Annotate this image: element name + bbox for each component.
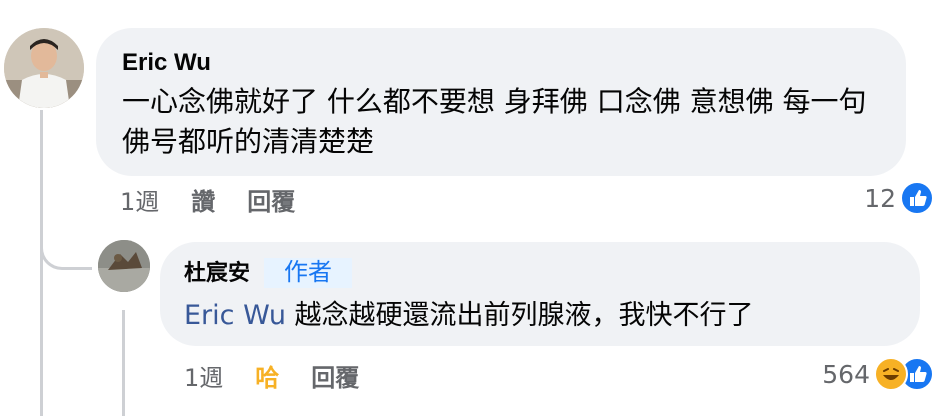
avatar-photo [4, 28, 84, 108]
reaction-summary[interactable]: 564 [822, 356, 934, 392]
reply-header: 杜宸安 作者 [184, 258, 894, 288]
reply-bubble: 杜宸安 作者 Eric Wu 越念越硬還流出前列腺液，我快不行了 [160, 242, 920, 346]
comment-author[interactable]: Eric Wu [122, 48, 880, 78]
reaction-count: 12 [864, 183, 896, 213]
haha-icon [874, 357, 908, 391]
reply-text: 越念越硬還流出前列腺液，我快不行了 [285, 300, 754, 331]
comment-thread: Eric Wu 一心念佛就好了 什么都不要想 身拜佛 口念佛 意想佛 每一句佛号… [0, 0, 944, 416]
reply-button[interactable]: 回覆 [247, 182, 295, 217]
avatar-photo [98, 240, 150, 292]
thread-line [40, 110, 43, 416]
avatar[interactable] [4, 28, 84, 108]
avatar[interactable] [98, 240, 150, 292]
like-button[interactable]: 讚 [191, 182, 215, 217]
comment-actions: 1週 哈 回覆 [184, 358, 391, 392]
mention-link[interactable]: Eric Wu [184, 300, 286, 331]
haha-reaction-button[interactable]: 哈 [255, 358, 279, 393]
reply-thread-line [122, 310, 125, 416]
reaction-summary[interactable]: 12 [864, 180, 934, 216]
comment-author[interactable]: 杜宸安 [184, 260, 250, 285]
author-badge: 作者 [264, 258, 353, 288]
comment-time[interactable]: 1週 [120, 182, 159, 217]
comment-text: 一心念佛就好了 什么都不要想 身拜佛 口念佛 意想佛 每一句佛号都听的清清楚楚 [122, 85, 867, 158]
reply-connector [40, 214, 92, 270]
comment-bubble: Eric Wu 一心念佛就好了 什么都不要想 身拜佛 口念佛 意想佛 每一句佛号… [96, 28, 906, 176]
comment-actions: 1週 讚 回覆 [120, 182, 327, 216]
reaction-count: 564 [822, 359, 870, 389]
comment-time[interactable]: 1週 [184, 358, 223, 393]
like-icon [900, 181, 934, 215]
comment-text: Eric Wu 越念越硬還流出前列腺液，我快不行了 [184, 296, 894, 336]
reply-button[interactable]: 回覆 [311, 358, 359, 393]
